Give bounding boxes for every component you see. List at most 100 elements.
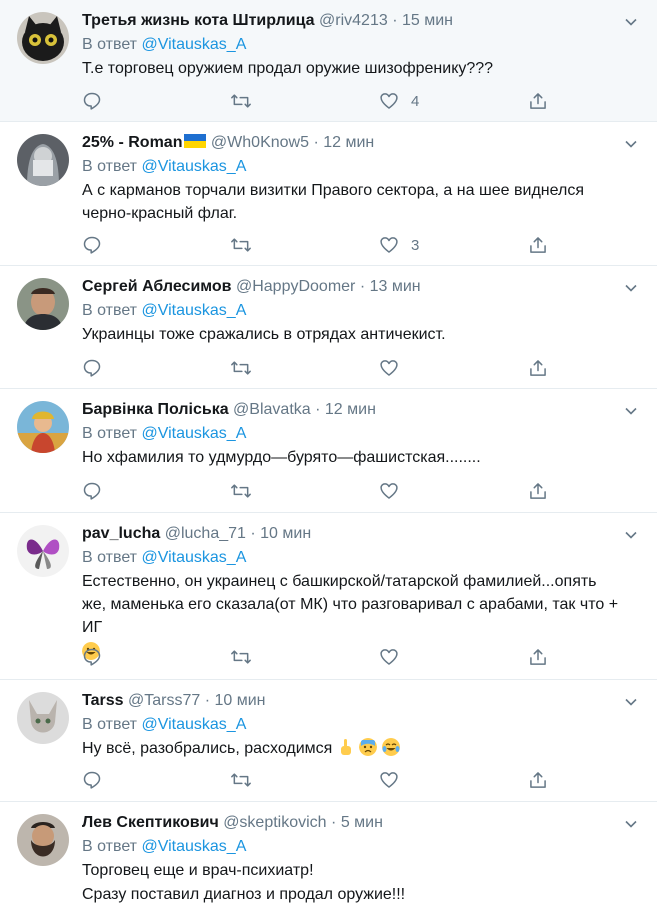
reply-mention[interactable]: @Vitauskas_A — [141, 158, 246, 175]
tweet[interactable]: pav_lucha @lucha_71 · 10 мин В ответ @Vi… — [0, 513, 657, 680]
separator-dot: · — [204, 692, 211, 709]
reply-button[interactable] — [82, 480, 102, 502]
heart-icon — [380, 772, 398, 788]
like-button[interactable] — [379, 769, 399, 791]
reply-mention[interactable]: @Vitauskas_A — [141, 425, 246, 442]
retweet-button[interactable] — [230, 480, 252, 502]
share-button[interactable] — [528, 646, 548, 668]
like-button[interactable]: 4 — [379, 90, 419, 112]
tweet-text: Но хфамилия то удмурдо—бурято—фашистская… — [82, 449, 481, 466]
separator-dot: · — [392, 12, 398, 29]
share-button[interactable] — [528, 769, 548, 791]
reply-mention[interactable]: @Vitauskas_A — [141, 838, 246, 855]
avatar[interactable] — [17, 525, 69, 577]
share-button[interactable] — [528, 234, 548, 256]
tweet[interactable]: Лев Скептикович @skeptikovich · 5 мин В … — [0, 802, 657, 913]
display-name[interactable]: 25% - Roman — [82, 134, 182, 151]
retweet-button[interactable] — [230, 357, 252, 379]
avatar[interactable] — [17, 401, 69, 453]
avatar[interactable] — [17, 278, 69, 330]
separator-dot: · — [315, 401, 321, 418]
tweet-text-line-2: Сразу поставил диагноз и продал оружие!!… — [82, 886, 406, 903]
timestamp[interactable]: 13 мин — [370, 278, 421, 295]
chevron-down-icon[interactable] — [623, 280, 639, 296]
user-handle[interactable]: @Blavatka — [233, 401, 311, 418]
reply-prefix: В ответ — [82, 425, 138, 442]
display-name[interactable]: Третья жизнь кота Штирлица — [82, 12, 315, 29]
heart-icon — [380, 360, 398, 376]
reply-mention[interactable]: @Vitauskas_A — [141, 549, 246, 566]
retweet-icon — [231, 361, 251, 375]
retweet-icon — [231, 773, 251, 787]
reply-mention[interactable]: @Vitauskas_A — [141, 36, 246, 53]
user-handle[interactable]: @lucha_71 — [165, 525, 246, 542]
reply-icon — [83, 648, 101, 666]
retweet-icon — [231, 238, 251, 252]
retweet-icon — [231, 484, 251, 498]
reply-button[interactable] — [82, 234, 102, 256]
separator-dot: · — [359, 278, 366, 295]
tweet-text: Украинцы тоже сражались в отрядах античе… — [82, 326, 446, 343]
timestamp[interactable]: 5 мин — [341, 814, 383, 831]
like-button[interactable]: 3 — [379, 234, 419, 256]
reply-prefix: В ответ — [82, 36, 138, 53]
reply-mention[interactable]: @Vitauskas_A — [141, 716, 246, 733]
pointing-up-emoji-icon — [340, 739, 351, 755]
share-button[interactable] — [528, 357, 548, 379]
display-name[interactable]: Барвінка Поліська — [82, 401, 229, 418]
reply-button[interactable] — [82, 90, 102, 112]
reply-button[interactable] — [82, 646, 102, 668]
like-count: 4 — [411, 92, 420, 110]
reply-button[interactable] — [82, 769, 102, 791]
share-icon — [530, 483, 546, 499]
reply-icon — [83, 482, 101, 500]
heart-icon — [380, 483, 398, 499]
display-name[interactable]: Tarss — [82, 692, 124, 709]
retweet-button[interactable] — [230, 90, 252, 112]
tweet[interactable]: Барвінка Поліська @Blavatka · 12 мин В о… — [0, 389, 657, 513]
chevron-down-icon[interactable] — [623, 14, 639, 30]
tweet[interactable]: Сергей Аблесимов @HappyDoomer · 13 мин В… — [0, 266, 657, 389]
chevron-down-icon[interactable] — [623, 816, 639, 832]
chevron-down-icon[interactable] — [623, 403, 639, 419]
timestamp[interactable]: 10 мин — [260, 525, 311, 542]
chevron-down-icon[interactable] — [623, 527, 639, 543]
timestamp[interactable]: 15 мин — [402, 12, 453, 29]
reply-icon — [83, 771, 101, 789]
avatar[interactable] — [17, 692, 69, 744]
avatar[interactable] — [17, 12, 69, 64]
like-button[interactable] — [379, 480, 399, 502]
separator-dot: · — [250, 525, 256, 542]
like-button[interactable] — [379, 357, 399, 379]
heart-icon — [380, 649, 398, 665]
user-handle[interactable]: @skeptikovich — [223, 814, 326, 831]
display-name[interactable]: Сергей Аблесимов — [82, 278, 232, 295]
chevron-down-icon[interactable] — [623, 136, 639, 152]
tweet[interactable]: Tarss @Tarss77 · 10 мин В ответ @Vitausk… — [0, 680, 657, 802]
retweet-icon — [231, 94, 251, 108]
user-handle[interactable]: @riv4213 — [319, 12, 388, 29]
timestamp[interactable]: 10 мин — [214, 692, 265, 709]
retweet-button[interactable] — [230, 234, 252, 256]
tweet[interactable]: 25% - Roman @Wh0Know5 · 12 мин В ответ @… — [0, 122, 657, 266]
user-handle[interactable]: @HappyDoomer — [236, 278, 355, 295]
retweet-button[interactable] — [230, 646, 252, 668]
timestamp[interactable]: 12 мин — [325, 401, 376, 418]
ukraine-flag-icon — [184, 134, 207, 148]
reply-button[interactable] — [82, 357, 102, 379]
tweet[interactable]: Третья жизнь кота Штирлица @riv4213 · 15… — [0, 0, 657, 122]
display-name[interactable]: pav_lucha — [82, 525, 160, 542]
like-button[interactable] — [379, 646, 399, 668]
reply-mention[interactable]: @Vitauskas_A — [141, 302, 246, 319]
avatar[interactable] — [17, 134, 69, 186]
user-handle[interactable]: @Tarss77 — [128, 692, 200, 709]
retweet-button[interactable] — [230, 769, 252, 791]
display-name[interactable]: Лев Скептикович — [82, 814, 219, 831]
timestamp[interactable]: 12 мин — [323, 134, 374, 151]
separator-dot: · — [331, 814, 337, 831]
user-handle[interactable]: @Wh0Know5 — [211, 134, 309, 151]
chevron-down-icon[interactable] — [623, 694, 639, 710]
share-button[interactable] — [528, 480, 548, 502]
avatar[interactable] — [17, 814, 69, 866]
share-button[interactable] — [528, 90, 548, 112]
